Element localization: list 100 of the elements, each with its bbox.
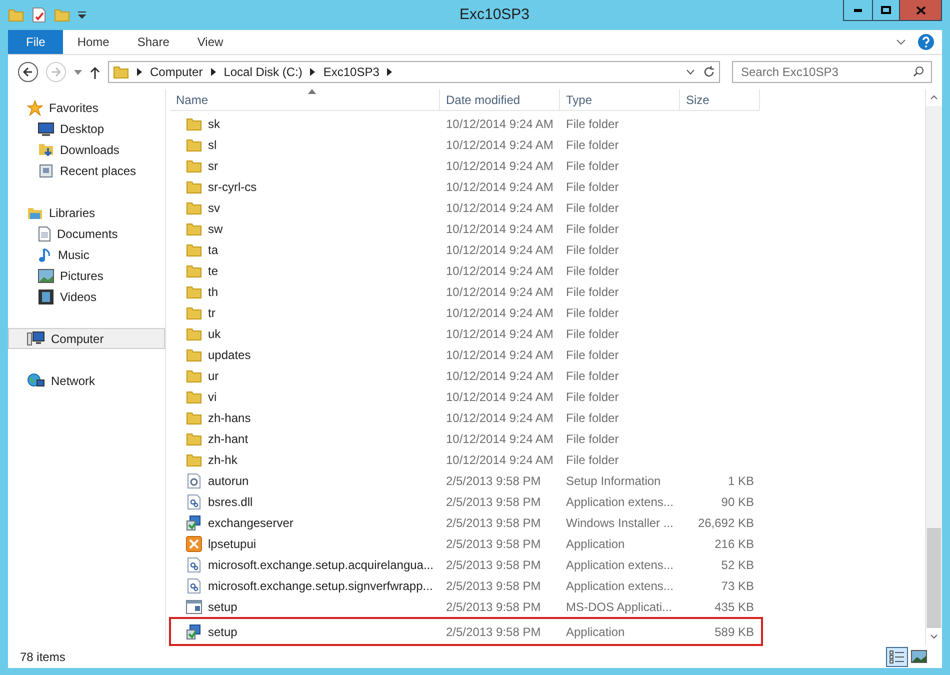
column-header[interactable]: Type	[560, 89, 680, 111]
nav-item[interactable]: Libraries	[8, 202, 165, 223]
file-row[interactable]: exchangeserver 2/5/2013 9:58 PM Windows Installer ... 26,692 KB	[170, 512, 925, 533]
date-cell-text: 10/12/2014 9:24 AM	[445, 158, 554, 174]
type-cell-text: File folder	[565, 242, 620, 258]
library-folder-icon	[27, 206, 43, 220]
file-row[interactable]: uk 10/12/2014 9:24 AM File folder	[170, 323, 925, 344]
column-header[interactable]: Size	[680, 89, 760, 111]
breadcrumb[interactable]: Exc10SP3	[323, 63, 380, 81]
size-cell: 52 KB	[721, 558, 754, 572]
type-cell-text: Application extens...	[565, 578, 674, 594]
nav-item[interactable]: Videos	[8, 286, 165, 307]
date-cell-text: 2/5/2013 9:58 PM	[445, 536, 542, 552]
breadcrumb-arrow-icon[interactable]	[137, 68, 142, 76]
file-row[interactable]: setup 2/5/2013 9:58 PM MS-DOS Applicati... 435 KB	[170, 596, 925, 617]
expand-chevron-icon[interactable]	[896, 39, 906, 45]
file-row[interactable]: zh-hans 10/12/2014 9:24 AM File folder	[170, 407, 925, 428]
breadcrumb-arrow-icon[interactable]	[210, 68, 216, 76]
folder-icon	[186, 284, 202, 298]
close-button[interactable]	[899, 0, 941, 20]
address-bar[interactable]: Computer Local Disk (C:) Exc10SP3	[108, 61, 720, 83]
date-cell-text: 2/5/2013 9:58 PM	[445, 472, 542, 490]
date-cell-text: 2/5/2013 9:58 PM	[445, 494, 542, 510]
breadcrumb[interactable]: Computer	[150, 63, 203, 81]
file-row[interactable]: microsoft.exchange.setup.acquirelangua... 2/5/2013 9:58 PM Application extens... 52 KB	[170, 554, 925, 575]
ribbon-tab[interactable]: Home	[63, 30, 124, 54]
nav-item[interactable]: Desktop	[8, 118, 165, 139]
file-row[interactable]: zh-hk 10/12/2014 9:24 AM File folder	[170, 449, 925, 470]
picture-icon	[38, 268, 54, 282]
dropdown-caret-icon[interactable]	[78, 11, 86, 19]
file-row[interactable]: th 10/12/2014 9:24 AM File folder	[170, 281, 925, 302]
nav-item[interactable]: Computer	[8, 328, 165, 349]
scrollbar-thumb[interactable]	[927, 528, 941, 628]
file-row[interactable]: updates 10/12/2014 9:24 AM File folder	[170, 344, 925, 365]
computer-icon	[27, 330, 45, 346]
star-icon	[27, 100, 43, 116]
file-row[interactable]: vi 10/12/2014 9:24 AM File folder	[170, 386, 925, 407]
file-row[interactable]: sr 10/12/2014 9:24 AM File folder	[170, 155, 925, 176]
type-cell-text: File folder	[565, 368, 620, 384]
file-row[interactable]: sw 10/12/2014 9:24 AM File folder	[170, 218, 925, 239]
file-row[interactable]: sk 10/12/2014 9:24 AM File folder	[170, 113, 925, 134]
dropdown-chevron-icon[interactable]	[686, 69, 695, 75]
file-row[interactable]: zh-hant 10/12/2014 9:24 AM File folder	[170, 428, 925, 449]
date-cell-text: 10/12/2014 9:24 AM	[445, 242, 554, 258]
nav-item[interactable]: Pictures	[8, 265, 165, 286]
column-header[interactable]: Date modified	[440, 89, 560, 111]
date-cell-text: 10/12/2014 9:24 AM	[445, 178, 554, 196]
file-row[interactable]: setup 2/5/2013 9:58 PM Application 589 KB	[170, 618, 762, 645]
file-row[interactable]: tr 10/12/2014 9:24 AM File folder	[170, 302, 925, 323]
type-cell-text: File folder	[565, 158, 620, 174]
folder-icon	[186, 200, 202, 214]
type-cell-text: File folder	[565, 136, 620, 154]
download-folder-icon	[38, 142, 54, 158]
date-cell-text: 10/12/2014 9:24 AM	[445, 220, 554, 238]
folder-icon	[186, 116, 202, 130]
scroll-up-icon[interactable]	[930, 95, 938, 100]
file-row[interactable]: te 10/12/2014 9:24 AM File folder	[170, 260, 925, 281]
nav-item[interactable]: Favorites	[8, 97, 165, 118]
file-name: sr-cyrl-cs	[208, 178, 257, 196]
file-row[interactable]: ur 10/12/2014 9:24 AM File folder	[170, 365, 925, 386]
file-row[interactable]: microsoft.exchange.setup.signverfwrapp... 2/5/2013 9:58 PM Application extens... 73 KB	[170, 575, 925, 596]
breadcrumb[interactable]: Local Disk (C:)	[224, 63, 302, 81]
file-row[interactable]: lpsetupui 2/5/2013 9:58 PM Application 216 KB	[170, 533, 925, 554]
file-name: sw	[208, 220, 223, 238]
app-icon	[186, 536, 202, 552]
refresh-icon[interactable]	[703, 66, 715, 78]
size-cell: 1 KB	[728, 474, 754, 488]
nav-item[interactable]: Recent places	[8, 160, 165, 181]
nav-item[interactable]: Documents	[8, 223, 165, 244]
recent-caret-icon[interactable]	[74, 70, 82, 74]
nav-item[interactable]: Downloads	[8, 139, 165, 160]
breadcrumb-arrow-icon[interactable]	[310, 68, 316, 76]
folder-icon	[186, 222, 202, 236]
file-row[interactable]: ta 10/12/2014 9:24 AM File folder	[170, 239, 925, 260]
file-row[interactable]: sl 10/12/2014 9:24 AM File folder	[170, 134, 925, 155]
help-icon[interactable]	[918, 34, 934, 50]
file-row[interactable]: sv 10/12/2014 9:24 AM File folder	[170, 197, 925, 218]
details-view-button[interactable]	[886, 646, 908, 666]
file-row[interactable]: autorun 2/5/2013 9:58 PM Setup Information 1 KB	[170, 470, 925, 491]
date-cell-text: 2/5/2013 9:58 PM	[445, 624, 542, 640]
back-button[interactable]	[18, 62, 38, 82]
up-arrow-icon[interactable]	[90, 66, 100, 78]
search-icon[interactable]	[913, 66, 924, 77]
music-note-icon	[38, 246, 52, 262]
file-row[interactable]: bsres.dll 2/5/2013 9:58 PM Application extens... 90 KB	[170, 491, 925, 512]
type-cell-text: Windows Installer ...	[565, 514, 674, 532]
search-field[interactable]: Search Exc10SP3	[732, 61, 932, 83]
ribbon-tab[interactable]: File	[8, 30, 64, 54]
sort-arrow-icon	[308, 89, 316, 94]
file-name: zh-hk	[208, 452, 238, 468]
ribbon-tab[interactable]: Share	[123, 30, 184, 54]
breadcrumb-arrow-icon[interactable]	[387, 68, 392, 76]
date-cell-text: 2/5/2013 9:58 PM	[445, 598, 542, 616]
scroll-down-icon[interactable]	[930, 634, 938, 639]
nav-item[interactable]: Music	[8, 244, 165, 265]
column-header[interactable]: Name	[170, 89, 440, 111]
date-cell-text: 10/12/2014 9:24 AM	[445, 410, 554, 426]
file-row[interactable]: sr-cyrl-cs 10/12/2014 9:24 AM File folder	[170, 176, 925, 197]
nav-item[interactable]: Network	[8, 370, 165, 391]
ribbon-tab[interactable]: View	[183, 30, 238, 54]
